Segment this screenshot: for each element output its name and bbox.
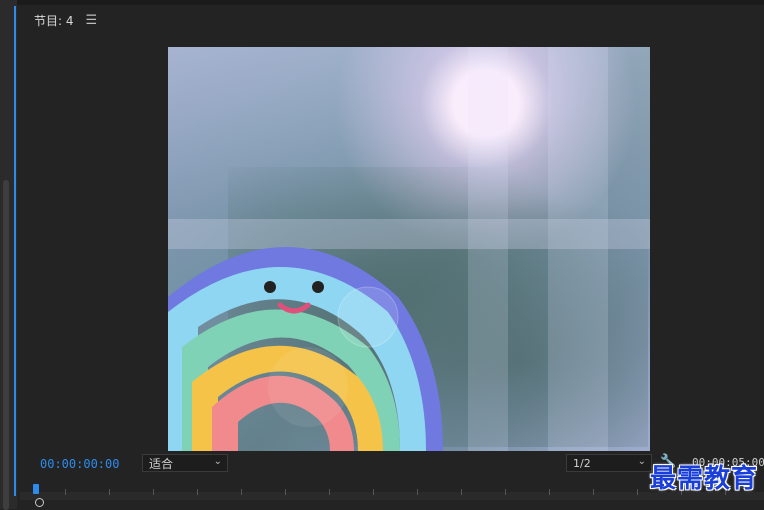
ruler-tick xyxy=(285,489,286,495)
ruler-tick xyxy=(417,489,418,495)
ruler-tick xyxy=(593,489,594,495)
ruler-tick xyxy=(241,489,242,495)
program-video-frame xyxy=(168,47,650,451)
playhead-marker[interactable] xyxy=(33,484,39,494)
ruler-tick xyxy=(637,489,638,495)
zoom-value: 适合 xyxy=(149,456,174,471)
hamburger-menu-icon[interactable]: ☰ xyxy=(86,13,98,28)
ruler-tick xyxy=(549,489,550,495)
ruler-tick xyxy=(153,489,154,495)
ruler-tick xyxy=(65,489,66,495)
resolution-value: 1/2 xyxy=(573,456,591,470)
ruler-tick xyxy=(461,489,462,495)
program-monitor-panel: 节目: 4 ☰ 00:00:00:00 适合 ⌄ 1/2 ⌄ 🔧 00:00:0… xyxy=(20,5,764,509)
ruler-tick xyxy=(109,489,110,495)
playhead-handle[interactable] xyxy=(35,498,44,507)
resolution-select[interactable]: 1/2 ⌄ xyxy=(566,454,652,472)
rainbow-sticker xyxy=(168,247,443,451)
ruler-tick xyxy=(329,489,330,495)
zoom-select[interactable]: 适合 ⌄ xyxy=(142,454,228,472)
ruler-tick xyxy=(373,489,374,495)
ruler-tick xyxy=(197,489,198,495)
left-panel-edge xyxy=(0,0,17,510)
panel-header: 节目: 4 ☰ xyxy=(34,11,97,29)
chevron-down-icon: ⌄ xyxy=(637,456,646,467)
left-panel-scrollbar[interactable] xyxy=(3,180,9,510)
chevron-down-icon: ⌄ xyxy=(213,456,222,467)
playhead-timecode[interactable]: 00:00:00:00 xyxy=(40,457,119,471)
panel-title[interactable]: 节目: 4 xyxy=(34,12,74,29)
watermark-text: 最需教育 xyxy=(649,464,758,494)
panel-focus-border xyxy=(14,6,16,496)
ruler-tick xyxy=(505,489,506,495)
